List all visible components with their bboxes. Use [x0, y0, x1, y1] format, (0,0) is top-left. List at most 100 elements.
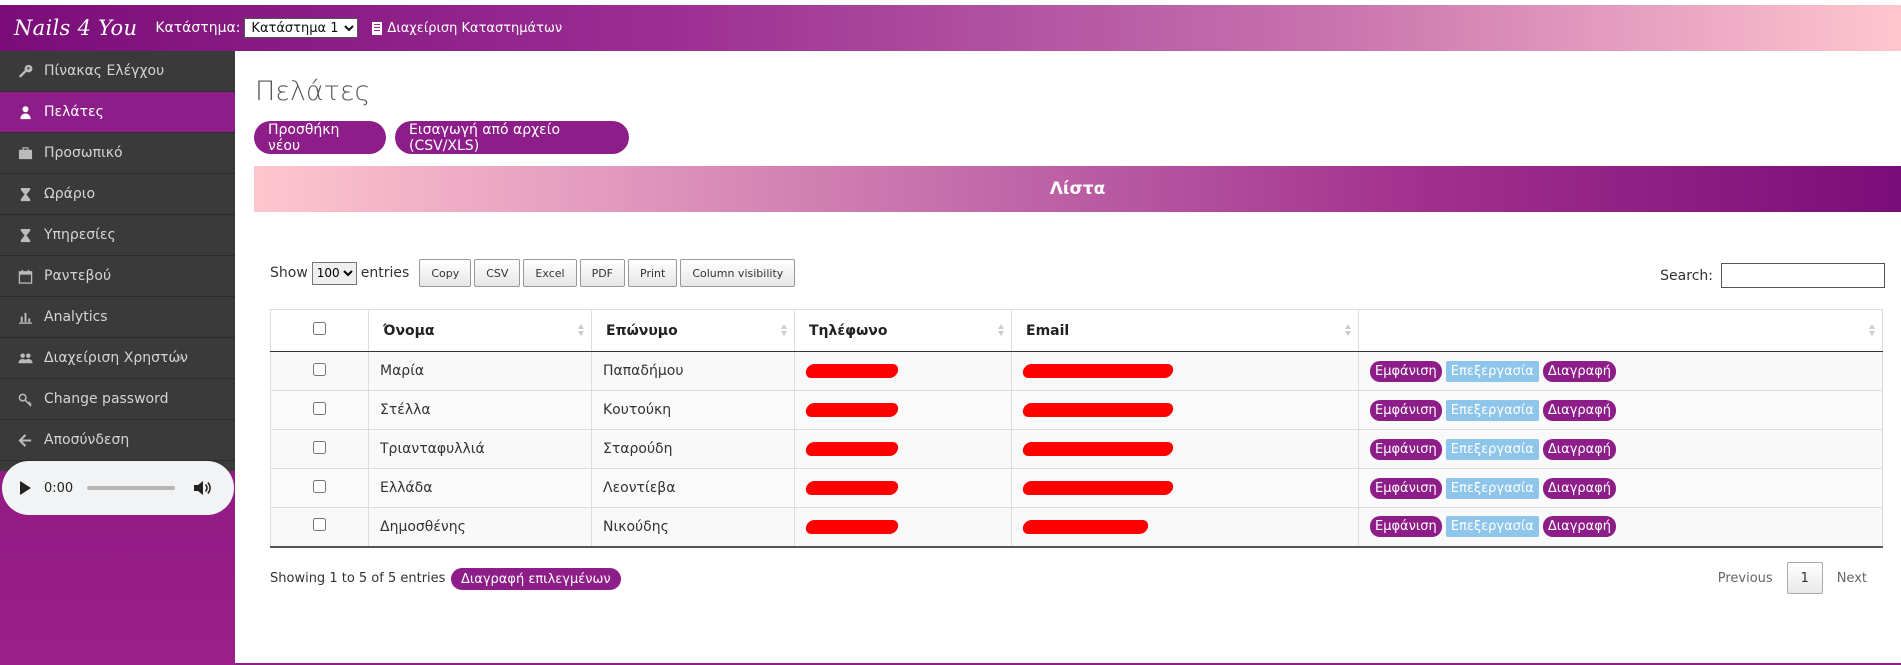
view-button[interactable]: Εμφάνιση [1370, 516, 1442, 538]
actions-cell: Εμφάνιση Επεξεργασία Διαγραφή [1358, 507, 1883, 548]
redaction-mark [1021, 442, 1175, 456]
column-visibility-button[interactable]: Column visibility [680, 259, 796, 287]
search-label: Search: [1660, 267, 1713, 284]
sidebar-item-analytics[interactable]: Analytics [0, 297, 235, 338]
row-checkbox[interactable] [313, 362, 326, 376]
store-label: Κατάστημα: [155, 20, 241, 36]
entries-label: entries [360, 265, 410, 281]
table-header-row: Όνομα Επώνυμο Τηλέφωνο Email [270, 309, 1883, 352]
sidebar-item-logout[interactable]: Αποσύνδεση [0, 420, 235, 461]
edit-button[interactable]: Επεξεργασία [1445, 399, 1539, 421]
wrench-icon [17, 63, 33, 79]
manage-stores-link[interactable]: Διαχείριση Καταστημάτων [372, 21, 562, 36]
phone-cell [794, 429, 1012, 469]
audio-seek-bar[interactable] [87, 486, 176, 490]
sidebar-item-label: Αποσύνδεση [44, 432, 130, 448]
column-header-first-name[interactable]: Όνομα [368, 309, 592, 352]
user-icon [17, 104, 33, 120]
brand-logo[interactable]: Nails 4 You [14, 16, 137, 40]
sidebar-item-label: Πελάτες [44, 104, 104, 120]
page-1-button[interactable]: 1 [1786, 562, 1823, 594]
excel-button[interactable]: Excel [523, 259, 577, 287]
csv-button[interactable]: CSV [474, 259, 521, 287]
column-header-email[interactable]: Email [1011, 309, 1359, 352]
calendar-icon [17, 268, 33, 284]
phone-cell [794, 390, 1012, 430]
sidebar-item-staff[interactable]: Προσωπικό [0, 133, 235, 174]
sidebar-item-schedule[interactable]: Ωράριο [0, 174, 235, 215]
column-header-label: Όνομα [383, 322, 435, 339]
sidebar-item-user-management[interactable]: Διαχείριση Χρηστών › [0, 338, 235, 379]
add-new-button[interactable]: Προσθήκη νέου [254, 121, 386, 154]
play-icon[interactable] [20, 481, 31, 495]
customers-table: Όνομα Επώνυμο Τηλέφωνο Email Μαρία Παπαδ… [270, 309, 1883, 548]
datatable-length-and-buttons: Show 100 entries Copy CSV Excel PDF Prin… [270, 259, 798, 287]
hourglass-icon [17, 227, 33, 243]
sort-icon [781, 324, 788, 336]
volume-icon[interactable] [193, 480, 211, 496]
sidebar-item-label: Ραντεβού [44, 268, 112, 284]
store-select[interactable]: Κατάστημα 1 [244, 18, 359, 38]
key-icon [17, 391, 33, 407]
view-button[interactable]: Εμφάνιση [1370, 399, 1442, 421]
sidebar: Πίνακας Ελέγχου Πελάτες Προσωπικό Ωράριο… [0, 51, 235, 665]
search-input[interactable] [1721, 263, 1885, 288]
next-page-button[interactable]: Next [1823, 571, 1881, 586]
first-name-cell: Στέλλα [368, 390, 592, 430]
users-icon [17, 350, 33, 366]
search-box: Search: [1660, 263, 1885, 288]
sidebar-menu: Πίνακας Ελέγχου Πελάτες Προσωπικό Ωράριο… [0, 51, 235, 471]
column-header-actions[interactable] [1358, 309, 1883, 352]
copy-button[interactable]: Copy [419, 259, 472, 287]
row-checkbox[interactable] [313, 479, 326, 493]
email-cell [1011, 351, 1359, 391]
edit-button[interactable]: Επεξεργασία [1445, 438, 1539, 460]
edit-button[interactable]: Επεξεργασία [1445, 360, 1539, 382]
sidebar-item-label: Πίνακας Ελέγχου [44, 63, 165, 79]
row-checkbox[interactable] [313, 518, 326, 532]
select-all-header [270, 309, 369, 352]
sidebar-item-change-password[interactable]: Change password [0, 379, 235, 420]
sidebar-item-appointments[interactable]: Ραντεβού [0, 256, 235, 297]
last-name-cell: Λεοντίεβα [591, 468, 795, 508]
delete-button[interactable]: Διαγραφή [1542, 477, 1617, 499]
column-header-last-name[interactable]: Επώνυμο [591, 309, 795, 352]
import-file-button[interactable]: Εισαγωγή από αρχείο (CSV/XLS) [395, 121, 629, 154]
phone-cell [794, 468, 1012, 508]
edit-button[interactable]: Επεξεργασία [1445, 516, 1539, 538]
sidebar-item-label: Ωράριο [44, 186, 96, 202]
sidebar-item-services[interactable]: Υπηρεσίες [0, 215, 235, 256]
pagination: Previous 1 Next [1704, 562, 1881, 594]
delete-button[interactable]: Διαγραφή [1542, 438, 1617, 460]
delete-selected-button[interactable]: Διαγραφή επιλεγμένων [451, 568, 621, 590]
print-button[interactable]: Print [628, 259, 678, 287]
view-button[interactable]: Εμφάνιση [1370, 360, 1442, 382]
delete-button[interactable]: Διαγραφή [1542, 360, 1617, 382]
audio-player: 0:00 [2, 461, 234, 515]
first-name-cell: Δημοσθένης [368, 507, 592, 548]
edit-button[interactable]: Επεξεργασία [1445, 477, 1539, 499]
delete-button[interactable]: Διαγραφή [1542, 516, 1617, 538]
view-button[interactable]: Εμφάνιση [1370, 438, 1442, 460]
view-button[interactable]: Εμφάνιση [1370, 477, 1442, 499]
page-title: Πελάτες [255, 76, 371, 107]
show-label: Show [270, 265, 308, 281]
pdf-button[interactable]: PDF [579, 259, 625, 287]
briefcase-icon [17, 145, 33, 161]
delete-button[interactable]: Διαγραφή [1542, 399, 1617, 421]
sort-icon [1345, 324, 1352, 336]
sidebar-item-dashboard[interactable]: Πίνακας Ελέγχου [0, 51, 235, 92]
select-all-checkbox[interactable] [313, 322, 326, 335]
row-checkbox[interactable] [313, 401, 326, 415]
phone-cell [794, 507, 1012, 548]
list-section-header: Λίστα [254, 166, 1901, 212]
sort-icon [998, 324, 1005, 336]
table-row: Δημοσθένης Νικούδης Εμφάνιση Επεξεργασία Δ… [270, 507, 1883, 548]
page-length-select[interactable]: 100 [311, 261, 357, 285]
row-select-cell [270, 351, 369, 391]
column-header-phone[interactable]: Τηλέφωνο [794, 309, 1012, 352]
row-checkbox[interactable] [313, 440, 326, 454]
actions-cell: Εμφάνιση Επεξεργασία Διαγραφή [1358, 351, 1883, 391]
previous-page-button[interactable]: Previous [1704, 571, 1787, 586]
sidebar-item-customers[interactable]: Πελάτες [0, 92, 235, 133]
